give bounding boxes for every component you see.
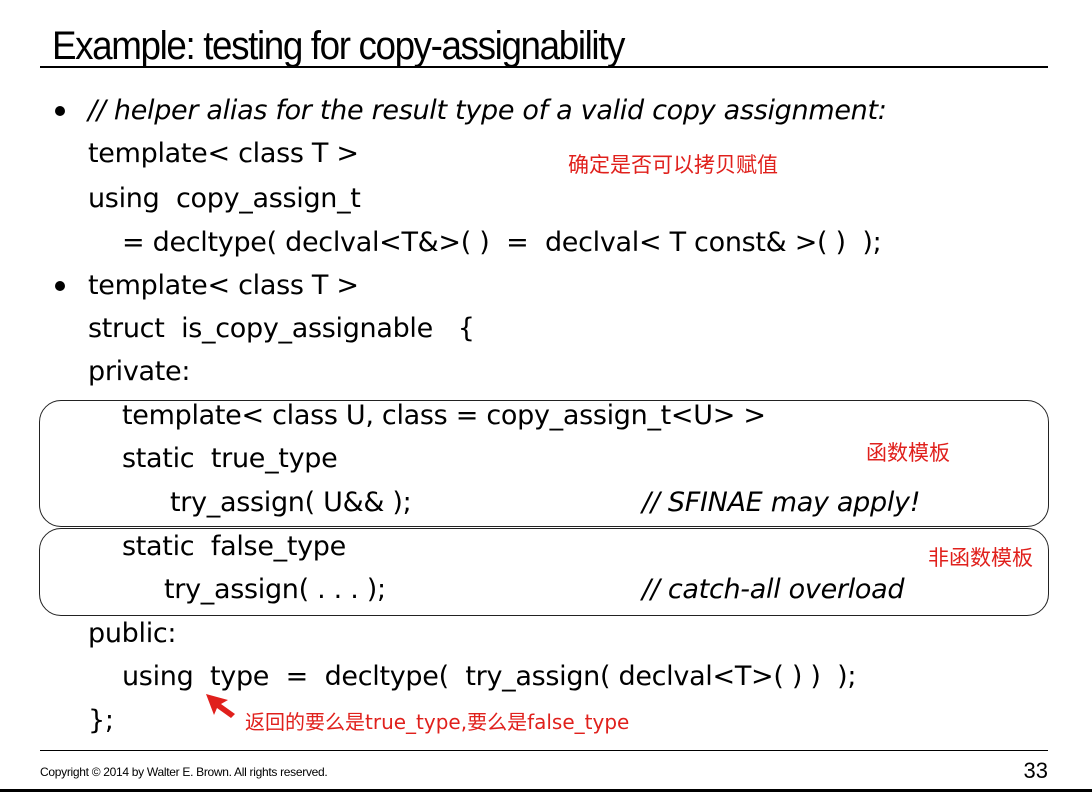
code-line-template-u: template< class U, class = copy_assign_t… (122, 400, 766, 431)
footer-divider (40, 750, 1048, 751)
code-line-struct: struct is_copy_assignable { (88, 313, 475, 344)
bottom-border (0, 789, 1092, 792)
annotation-non-function-template: 非函数模板 (928, 546, 1033, 570)
code-comment-helper-alias: // helper alias for the result type of a… (88, 95, 887, 126)
code-comment-sfinae: // SFINAE may apply! (642, 487, 921, 518)
code-line-private: private: (88, 356, 191, 387)
code-line-closing-brace: }; (88, 705, 114, 736)
bullet-1 (55, 106, 65, 116)
annotation-arrow-icon (206, 694, 235, 718)
code-line-using-copy-assign: using copy_assign_t (88, 183, 361, 214)
annotation-return-type: 返回的要么是true_type,要么是false_type (245, 710, 630, 734)
code-line-decltype-declval: = decltype( declval<T&>( ) = declval< T … (122, 227, 882, 258)
code-line-template-t-2: template< class T > (88, 270, 359, 301)
code-line-static-true-type: static true_type (122, 443, 338, 474)
code-line-static-false-type: static false_type (122, 531, 346, 562)
annotation-function-template: 函数模板 (866, 441, 950, 465)
slide-title: Example: testing for copy-assignability (52, 24, 625, 68)
code-line-try-assign-ellipsis: try_assign( . . . ); (164, 574, 386, 605)
code-line-template-t-1: template< class T > (88, 138, 359, 169)
title-underline (40, 66, 1048, 68)
code-line-try-assign-u: try_assign( U&& ); (170, 487, 412, 518)
code-line-using-type: using type = decltype( try_assign( declv… (122, 661, 857, 692)
bullet-2 (55, 281, 65, 291)
code-line-public: public: (88, 618, 177, 649)
copyright-notice: Copyright © 2014 by Walter E. Brown. All… (40, 765, 328, 779)
annotation-copy-assign: 确定是否可以拷贝赋值 (568, 153, 778, 177)
code-comment-catch-all: // catch-all overload (642, 574, 905, 605)
page-number: 33 (1023, 758, 1048, 783)
